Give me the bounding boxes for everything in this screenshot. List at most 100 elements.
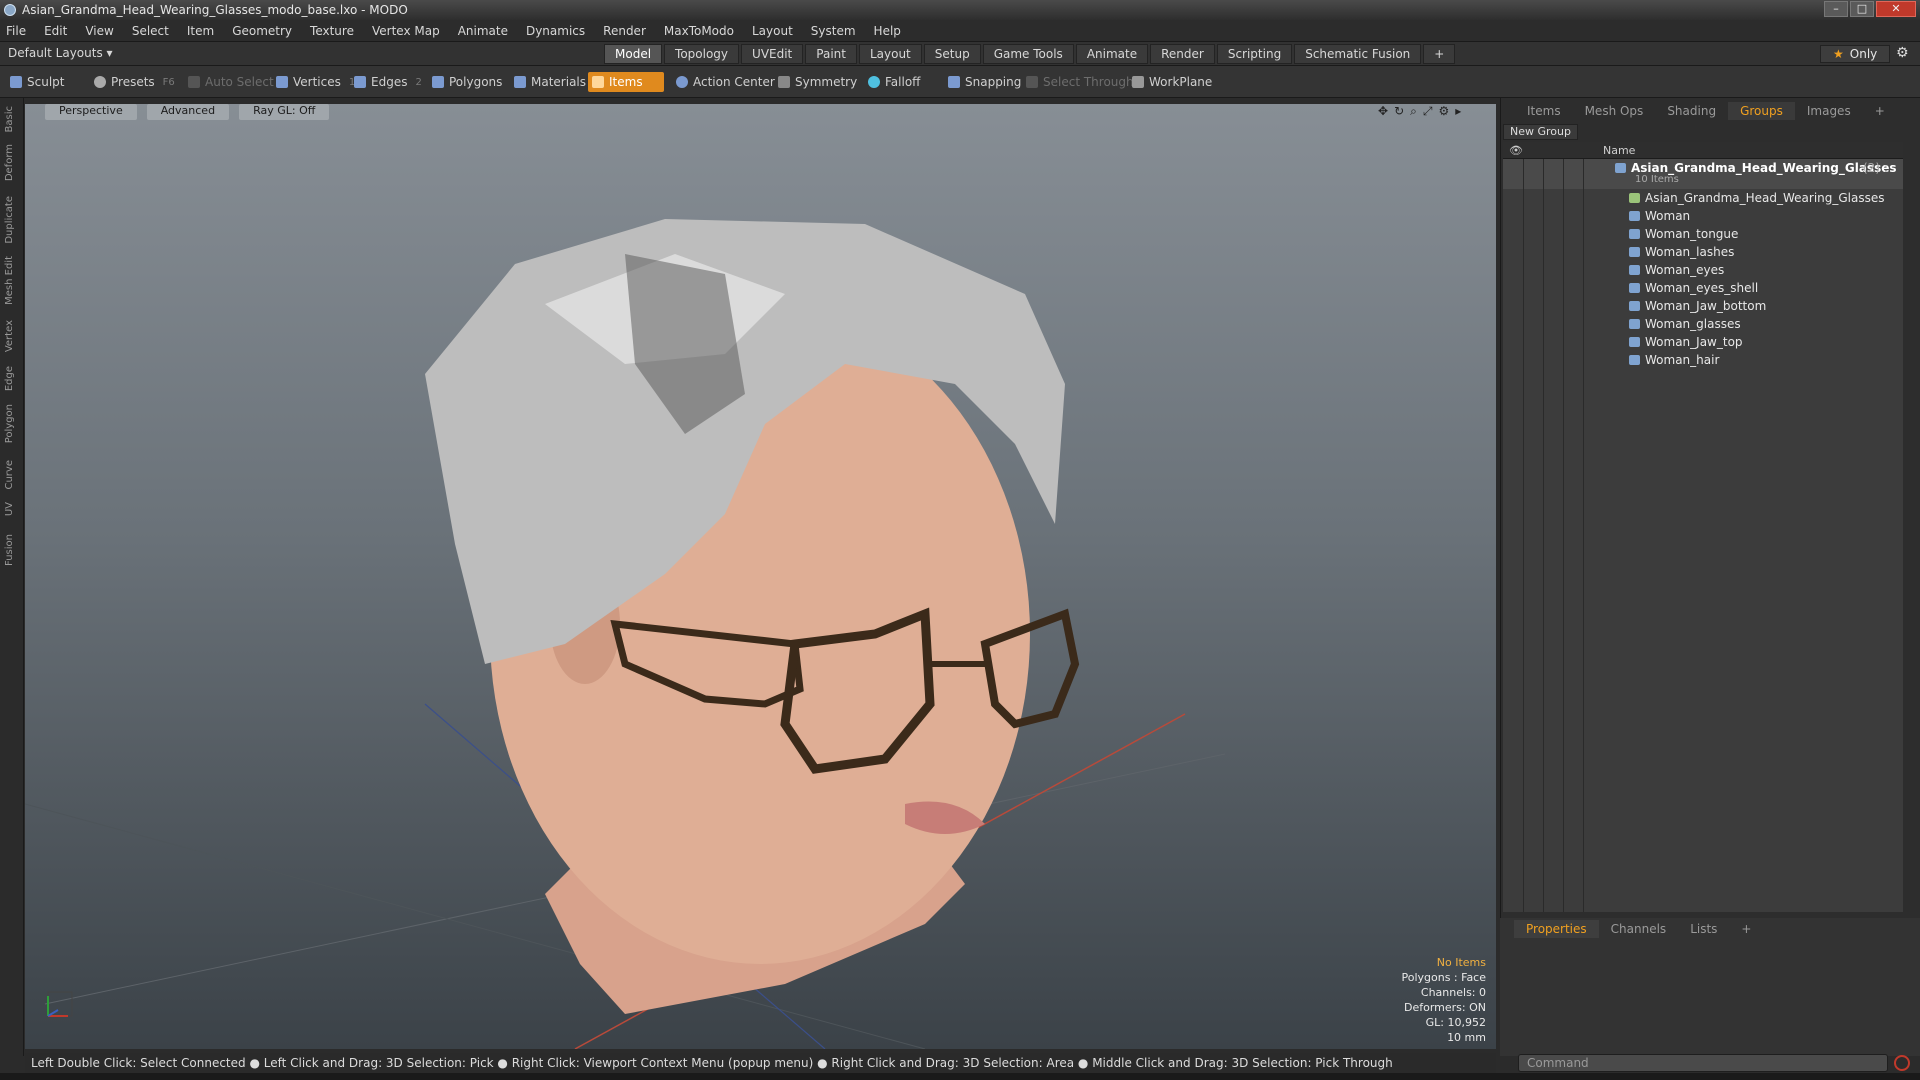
tab-topology[interactable]: Topology [664,44,740,64]
left-tab-uv[interactable]: UV [4,502,20,516]
command-run-icon[interactable] [1894,1055,1910,1071]
menu-animate[interactable]: Animate [458,24,508,38]
left-tab-fusion[interactable]: Fusion [4,534,20,566]
tab-uvedit[interactable]: UVEdit [741,44,804,64]
tab-images[interactable]: Images [1795,102,1863,120]
action-center-icon [676,76,688,88]
tab-shading[interactable]: Shading [1655,102,1728,120]
viewport-gear-icon[interactable]: ⚙ [1438,104,1449,119]
left-tab-vertex[interactable]: Vertex [4,320,20,352]
default-layouts-dropdown[interactable]: Default Layouts ▾ [8,46,113,60]
left-tab-duplicate[interactable]: Duplicate [4,196,20,244]
eye-column-icon[interactable]: 👁 [1509,144,1523,157]
right-panel: Items Mesh Ops Shading Groups Images + N… [1500,98,1920,1056]
action-center-button[interactable]: Action Center [672,72,779,92]
viewport-scene [25,219,1226,1049]
locator-icon [1629,193,1640,203]
menu-edit[interactable]: Edit [44,24,67,38]
gear-icon[interactable]: ⚙ [1896,45,1909,61]
polygons-icon [432,76,444,88]
left-tab-edge[interactable]: Edge [4,366,20,391]
viewport-header: Perspective Advanced Ray GL: Off [25,104,1496,120]
menu-item[interactable]: Item [187,24,214,38]
tab-mesh-ops[interactable]: Mesh Ops [1573,102,1656,120]
window-controls: – □ ✕ [1824,1,1916,17]
menu-file[interactable]: File [6,24,26,38]
symmetry-button[interactable]: Symmetry [774,72,861,92]
menu-view[interactable]: View [85,24,113,38]
mesh-icon [1629,247,1640,257]
materials-button[interactable]: Materials [510,72,590,92]
minimize-button[interactable]: – [1824,1,1848,17]
add-layout-tab-button[interactable]: + [1423,44,1456,64]
tab-paint[interactable]: Paint [805,44,857,64]
perspective-dropdown[interactable]: Perspective [45,104,137,120]
polygons-button[interactable]: Polygons [428,72,506,92]
tab-groups[interactable]: Groups [1728,102,1795,120]
viewport-menu-arrow-icon[interactable]: ▸ [1455,104,1461,119]
falloff-icon [868,76,880,88]
layout-tabs: Model Topology UVEdit Paint Layout Setup… [604,44,1456,64]
column-name-header[interactable]: Name [1603,144,1635,157]
shading-dropdown[interactable]: Advanced [146,104,230,120]
move-view-icon[interactable]: ✥ [1378,104,1388,119]
maximize-button[interactable]: □ [1850,1,1874,17]
menu-select[interactable]: Select [132,24,169,38]
menu-layout[interactable]: Layout [752,24,793,38]
tab-schematic-fusion[interactable]: Schematic Fusion [1294,44,1422,64]
3d-viewport[interactable] [25,104,1496,1049]
close-button[interactable]: ✕ [1876,1,1916,17]
left-tab-basic[interactable]: Basic [4,106,20,132]
menu-maxtomodo[interactable]: MaxToModo [664,24,734,38]
tab-game-tools[interactable]: Game Tools [982,44,1074,64]
only-label: Only [1849,47,1878,61]
properties-panel: Properties Channels Lists + [1500,918,1920,1056]
edges-button[interactable]: Edges 2 [350,72,426,92]
snapping-button[interactable]: Snapping [944,72,1025,92]
group-icon [1615,163,1626,173]
tab-animate[interactable]: Animate [1075,44,1149,64]
tab-render[interactable]: Render [1150,44,1215,64]
materials-icon [514,76,526,88]
add-tab-button[interactable]: + [1863,102,1897,120]
tab-model[interactable]: Model [604,44,663,64]
tab-scripting[interactable]: Scripting [1216,44,1293,64]
left-tab-mesh-edit[interactable]: Mesh Edit [4,256,20,305]
menu-texture[interactable]: Texture [310,24,354,38]
new-group-button[interactable]: New Group [1503,124,1578,140]
zoom-view-icon[interactable]: ⌕ [1410,104,1417,119]
auto-select-button[interactable]: Auto Select [184,72,278,92]
tab-lists[interactable]: Lists [1678,920,1729,938]
visibility-columns [1503,159,1593,912]
workplane-button[interactable]: WorkPlane [1128,72,1216,92]
groups-tree-header: 👁 Name [1503,142,1903,159]
left-tab-curve[interactable]: Curve [4,460,20,490]
vertices-button[interactable]: Vertices 1 [272,72,359,92]
tab-channels[interactable]: Channels [1599,920,1679,938]
tab-properties[interactable]: Properties [1514,920,1599,938]
menu-dynamics[interactable]: Dynamics [526,24,585,38]
left-tab-deform[interactable]: Deform [4,144,20,181]
presets-button[interactable]: Presets F6 [90,72,179,92]
command-input[interactable]: Command [1518,1054,1888,1072]
only-toggle[interactable]: ★ Only [1820,45,1890,63]
items-button[interactable]: Items [588,72,664,92]
menu-render[interactable]: Render [603,24,646,38]
menu-help[interactable]: Help [874,24,901,38]
menu-geometry[interactable]: Geometry [232,24,292,38]
select-through-button[interactable]: Select Through [1022,72,1138,92]
left-tab-polygon[interactable]: Polygon [4,404,20,443]
raygl-toggle[interactable]: Ray GL: Off [239,104,330,120]
tab-layout[interactable]: Layout [858,44,922,64]
sculpt-button[interactable]: Sculpt [6,72,68,92]
tab-setup[interactable]: Setup [923,44,981,64]
stat-gl: GL: 10,952 [1425,1016,1486,1029]
groups-tree[interactable]: 👁 Name Asian_Grandma_Head_Wearing_Glasse… [1503,142,1903,912]
menu-vertex-map[interactable]: Vertex Map [372,24,440,38]
falloff-button[interactable]: Falloff [864,72,924,92]
maximize-view-icon[interactable]: ⤢ [1423,104,1433,119]
tab-items[interactable]: Items [1515,102,1573,120]
add-properties-tab-button[interactable]: + [1729,920,1763,938]
menu-system[interactable]: System [811,24,856,38]
rotate-view-icon[interactable]: ↻ [1394,104,1404,119]
